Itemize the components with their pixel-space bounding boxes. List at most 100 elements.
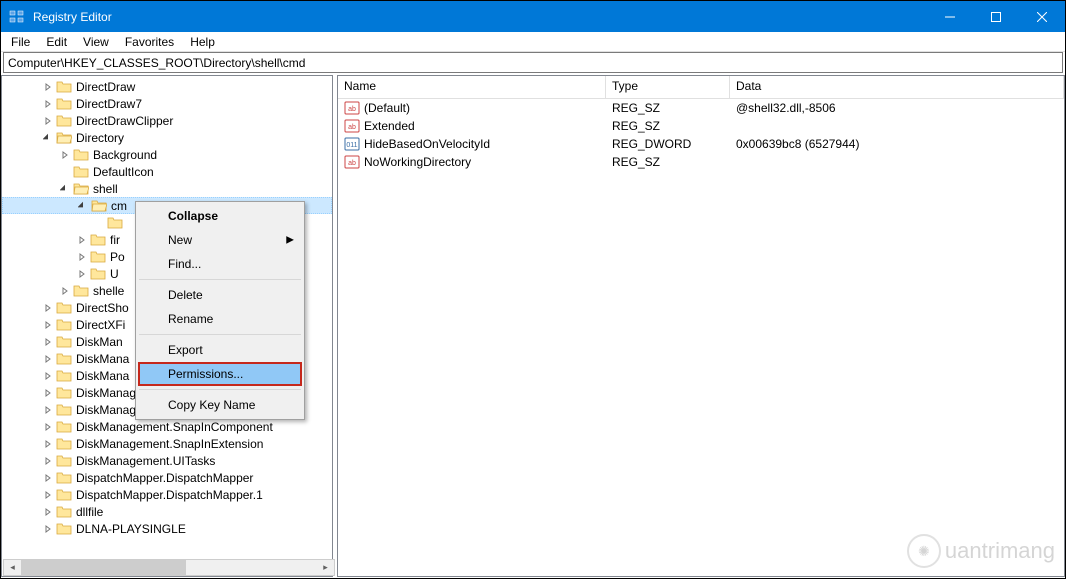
tree-expander-icon[interactable] <box>57 147 73 163</box>
scroll-thumb[interactable] <box>21 560 186 575</box>
tree-expander-icon[interactable] <box>74 249 90 265</box>
context-menu-item[interactable]: Find... <box>138 252 302 276</box>
svg-text:ab: ab <box>348 106 356 113</box>
tree-expander-icon[interactable] <box>40 504 56 520</box>
tree-expander-icon[interactable] <box>91 215 107 231</box>
value-data: 0x00639bc8 (6527944) <box>730 137 1064 151</box>
tree-item[interactable]: DispatchMapper.DispatchMapper.1 <box>2 486 332 503</box>
tree-item[interactable]: Directory <box>2 129 332 146</box>
submenu-arrow-icon: ▶ <box>286 235 294 246</box>
tree-item[interactable]: DirectDraw7 <box>2 95 332 112</box>
tree-item[interactable]: dllfile <box>2 503 332 520</box>
tree-item-label: shelle <box>91 284 126 298</box>
minimize-button[interactable] <box>927 1 973 32</box>
svg-text:011: 011 <box>346 142 357 149</box>
tree-item[interactable]: DirectDrawClipper <box>2 112 332 129</box>
scroll-right-button[interactable]: ▸ <box>317 560 334 575</box>
tree-item[interactable]: Background <box>2 146 332 163</box>
context-menu-item[interactable]: Delete <box>138 283 302 307</box>
tree-expander-icon[interactable] <box>40 470 56 486</box>
tree-item[interactable]: DiskManagement.SnapInComponent <box>2 418 332 435</box>
tree-expander-icon[interactable] <box>40 385 56 401</box>
value-icon: ab <box>344 118 360 134</box>
column-name[interactable]: Name <box>338 76 606 98</box>
value-type: REG_SZ <box>606 101 730 115</box>
menu-file[interactable]: File <box>3 33 38 51</box>
menu-view[interactable]: View <box>75 33 117 51</box>
tree-expander-icon[interactable] <box>74 232 90 248</box>
folder-icon <box>73 283 89 299</box>
context-menu-item[interactable]: Permissions... <box>138 362 302 386</box>
tree-item-label: DirectSho <box>74 301 131 315</box>
tree-item-label: DirectXFi <box>74 318 127 332</box>
context-menu-item[interactable]: Copy Key Name <box>138 393 302 417</box>
close-button[interactable] <box>1019 1 1065 32</box>
address-bar[interactable]: Computer\HKEY_CLASSES_ROOT\Directory\she… <box>3 52 1063 73</box>
value-type: REG_DWORD <box>606 137 730 151</box>
folder-icon <box>56 470 72 486</box>
value-row[interactable]: 011 HideBasedOnVelocityId REG_DWORD0x00639… <box>338 135 1064 153</box>
tree-horizontal-scrollbar[interactable]: ◂ ▸ <box>3 559 335 576</box>
menu-favorites[interactable]: Favorites <box>117 33 182 51</box>
tree-expander-icon[interactable] <box>40 351 56 367</box>
folder-icon <box>56 504 72 520</box>
tree-expander-icon[interactable] <box>40 300 56 316</box>
folder-icon <box>56 300 72 316</box>
tree-item-label: DirectDrawClipper <box>74 114 175 128</box>
folder-icon <box>107 215 123 231</box>
tree-item[interactable]: DispatchMapper.DispatchMapper <box>2 469 332 486</box>
tree-expander-icon[interactable] <box>40 79 56 95</box>
folder-icon <box>56 368 72 384</box>
tree-item-label: DLNA-PLAYSINGLE <box>74 522 188 536</box>
column-type[interactable]: Type <box>606 76 730 98</box>
tree-expander-icon[interactable] <box>40 487 56 503</box>
tree-expander-icon[interactable] <box>40 402 56 418</box>
value-icon: 011 <box>344 136 360 152</box>
value-row[interactable]: ab (Default) REG_SZ@shell32.dll,-8506 <box>338 99 1064 117</box>
values-panel[interactable]: Name Type Data ab (Default) REG_SZ@shell32… <box>337 75 1065 577</box>
tree-expander-icon[interactable] <box>40 453 56 469</box>
scroll-left-button[interactable]: ◂ <box>4 560 21 575</box>
column-data[interactable]: Data <box>730 76 1064 98</box>
context-menu-item[interactable]: Rename <box>138 307 302 331</box>
tree-expander-icon[interactable] <box>40 96 56 112</box>
tree-expander-icon[interactable] <box>57 181 73 197</box>
tree-expander-icon[interactable] <box>40 113 56 129</box>
context-menu-item[interactable]: Collapse <box>138 204 302 228</box>
menu-edit[interactable]: Edit <box>38 33 75 51</box>
tree-expander-icon[interactable] <box>75 198 91 214</box>
tree-expander-icon[interactable] <box>40 419 56 435</box>
folder-icon <box>56 385 72 401</box>
tree-expander-icon[interactable] <box>57 164 73 180</box>
context-menu-separator <box>139 334 301 335</box>
tree-expander-icon[interactable] <box>57 283 73 299</box>
context-menu-item[interactable]: New▶ <box>138 228 302 252</box>
tree-item[interactable]: DLNA-PLAYSINGLE <box>2 520 332 537</box>
tree-expander-icon[interactable] <box>40 317 56 333</box>
folder-icon <box>91 198 107 214</box>
context-menu-item[interactable]: Export <box>138 338 302 362</box>
tree-item[interactable]: DiskManagement.SnapInExtension <box>2 435 332 452</box>
tree-expander-icon[interactable] <box>40 436 56 452</box>
folder-icon <box>56 402 72 418</box>
tree-expander-icon[interactable] <box>40 368 56 384</box>
tree-expander-icon[interactable] <box>74 266 90 282</box>
value-row[interactable]: abExtendedREG_SZ <box>338 117 1064 135</box>
menu-help[interactable]: Help <box>182 33 223 51</box>
value-name: (Default) <box>364 101 410 115</box>
value-row[interactable]: abNoWorkingDirectoryREG_SZ <box>338 153 1064 171</box>
value-name: HideBasedOnVelocityId <box>364 137 490 151</box>
tree-item-label: DiskMana <box>74 369 131 383</box>
folder-icon <box>56 521 72 537</box>
tree-item[interactable]: DirectDraw <box>2 78 332 95</box>
tree-item[interactable]: DiskManagement.UITasks <box>2 452 332 469</box>
tree-item[interactable]: DefaultIcon <box>2 163 332 180</box>
value-data: @shell32.dll,-8506 <box>730 101 1064 115</box>
maximize-button[interactable] <box>973 1 1019 32</box>
tree-expander-icon[interactable] <box>40 334 56 350</box>
tree-expander-icon[interactable] <box>40 130 56 146</box>
tree-item[interactable]: shell <box>2 180 332 197</box>
tree-expander-icon[interactable] <box>40 521 56 537</box>
folder-icon <box>56 79 72 95</box>
folder-icon <box>56 113 72 129</box>
